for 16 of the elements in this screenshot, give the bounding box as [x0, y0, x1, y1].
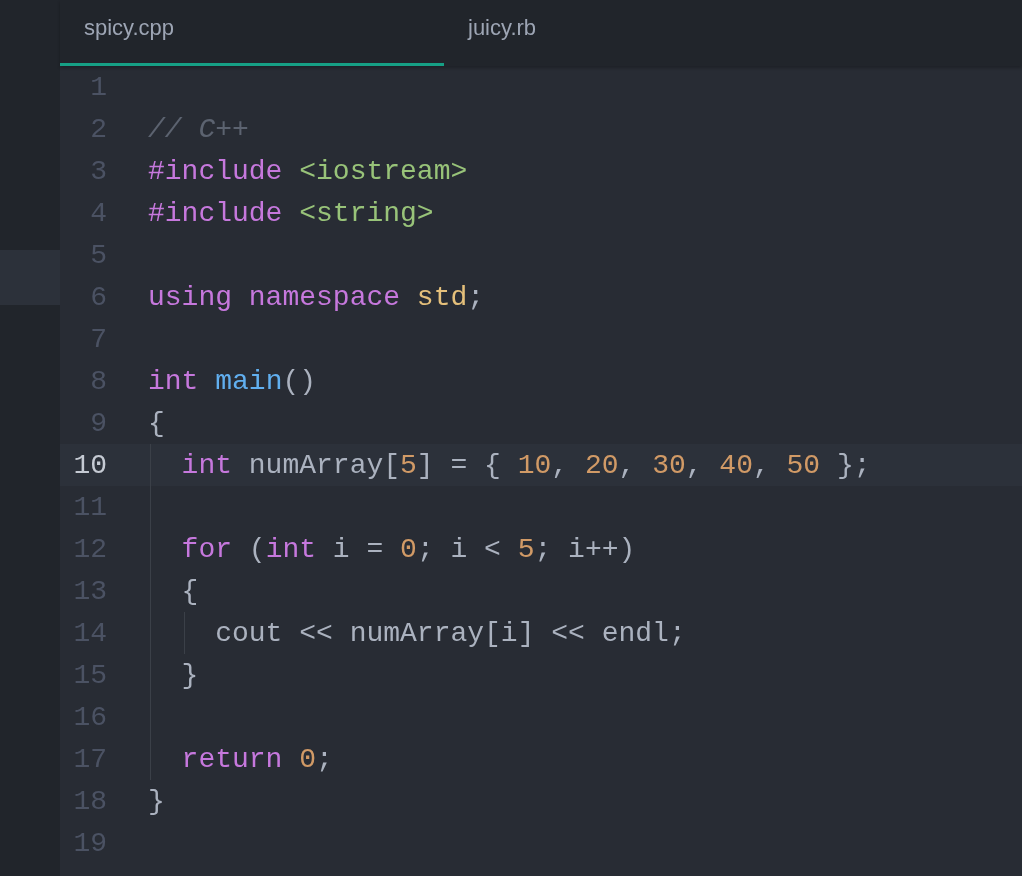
file-tab[interactable]: spicy.cpp [60, 0, 444, 66]
code-line: } [180, 659, 199, 691]
code-line: } [148, 785, 165, 817]
file-tab[interactable]: juicy.rb [444, 0, 828, 66]
code-line: // C++ [148, 113, 249, 145]
code-line: int main() [148, 365, 317, 397]
code-line: { [148, 407, 165, 439]
code-line: int numArray[5] = { 10, 20, 30, 40, 50 }; [180, 449, 871, 481]
code-line: #include <iostream> [148, 155, 468, 187]
code-line: { [180, 575, 199, 607]
code-line: cout << numArray[i] << endl; [214, 617, 686, 649]
code-line: using namespace std; [148, 281, 485, 313]
code-line: return 0; [180, 743, 333, 775]
code-line: #include <string> [148, 197, 434, 229]
line-number: 10 [73, 449, 107, 481]
code-line: for (int i = 0; i < 5; i++) [180, 533, 636, 565]
